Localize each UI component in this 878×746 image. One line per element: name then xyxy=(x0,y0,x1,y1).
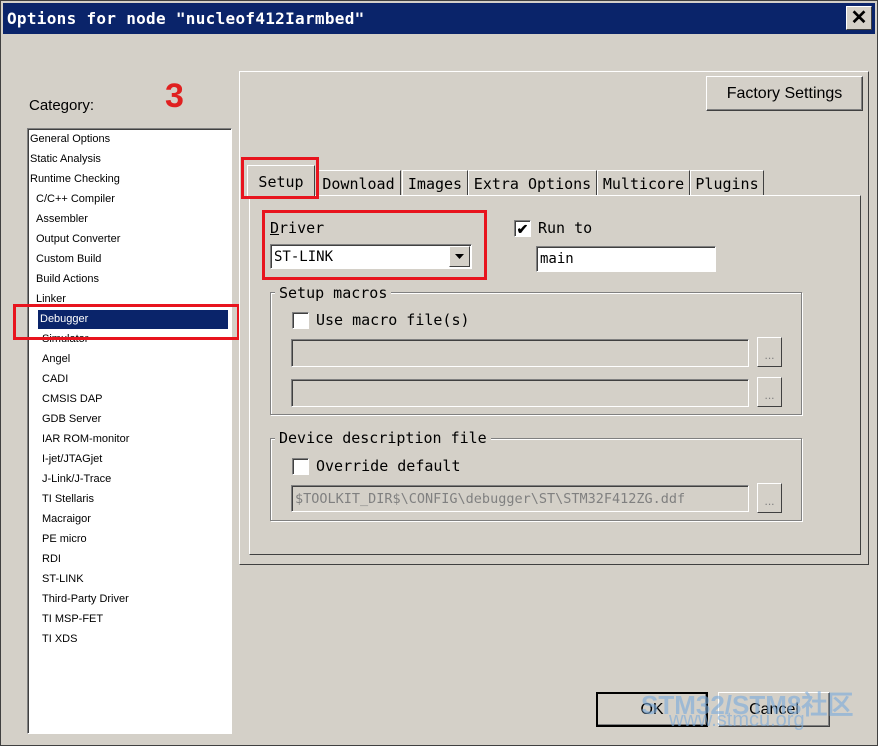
category-item-ti-stellaris[interactable]: TI Stellaris xyxy=(42,490,94,509)
category-item-output-converter[interactable]: Output Converter xyxy=(36,230,120,249)
category-item-i-jet-jtagjet[interactable]: I-jet/JTAGjet xyxy=(42,450,102,469)
category-item-iar-rom-monitor[interactable]: IAR ROM-monitor xyxy=(42,430,129,449)
category-item-ti-xds[interactable]: TI XDS xyxy=(42,630,77,649)
category-list[interactable]: General Options Static Analysis Runtime Ch… xyxy=(27,128,232,734)
run-to-value: main xyxy=(540,251,574,267)
macro-browse-button-2[interactable]: ... xyxy=(757,377,782,407)
category-item-cmsis-dap[interactable]: CMSIS DAP xyxy=(42,390,103,409)
factory-settings-button[interactable]: Factory Settings xyxy=(706,76,863,111)
category-item-c-c-compiler[interactable]: C/C++ Compiler xyxy=(36,190,115,209)
options-dialog: Options for node "nucleof412Iarmbed" ✕ C… xyxy=(0,0,878,746)
window-title: Options for node "nucleof412Iarmbed" xyxy=(7,9,365,28)
tab-download[interactable]: Download xyxy=(316,170,401,196)
title-bar: Options for node "nucleof412Iarmbed" ✕ xyxy=(3,3,875,34)
macro-file-input-2[interactable] xyxy=(291,379,749,407)
run-to-input[interactable]: main xyxy=(536,246,716,272)
tab-plugins[interactable]: Plugins xyxy=(690,170,764,196)
highlight-debugger xyxy=(13,304,240,340)
category-item-third-party-driver[interactable]: Third-Party Driver xyxy=(42,590,129,609)
close-icon: ✕ xyxy=(850,7,868,29)
macro-file-input-1[interactable] xyxy=(291,339,749,367)
device-description-path-input[interactable]: $TOOLKIT_DIR$\CONFIG\debugger\ST\STM32F4… xyxy=(291,485,749,512)
category-item-cadi[interactable]: CADI xyxy=(42,370,68,389)
step-annotation: 3 xyxy=(165,77,184,115)
highlight-driver xyxy=(262,210,487,280)
highlight-setup-tab xyxy=(241,157,319,199)
tab-extra-options[interactable]: Extra Options xyxy=(468,170,597,196)
device-description-browse-button[interactable]: ... xyxy=(757,483,782,513)
watermark-url: www.stmcu.org xyxy=(669,709,805,731)
run-to-label: Run to xyxy=(538,219,593,237)
tab-multicore[interactable]: Multicore xyxy=(597,170,690,196)
device-description-path: $TOOLKIT_DIR$\CONFIG\debugger\ST\STM32F4… xyxy=(295,490,686,507)
override-default-checkbox[interactable] xyxy=(292,458,309,475)
override-default-label: Override default xyxy=(316,457,461,475)
tab-images[interactable]: Images xyxy=(402,170,468,196)
macro-browse-button-1[interactable]: ... xyxy=(757,337,782,367)
category-item-macraigor[interactable]: Macraigor xyxy=(42,510,91,529)
close-button[interactable]: ✕ xyxy=(846,6,872,30)
run-to-checkbox[interactable]: ✔ xyxy=(514,220,531,237)
category-item-build-actions[interactable]: Build Actions xyxy=(36,270,99,289)
category-item-pe-micro[interactable]: PE micro xyxy=(42,530,87,549)
category-item-runtime-checking[interactable]: Runtime Checking xyxy=(30,170,120,189)
category-item-custom-build[interactable]: Custom Build xyxy=(36,250,101,269)
checkmark-icon: ✔ xyxy=(516,220,529,237)
category-item-static-analysis[interactable]: Static Analysis xyxy=(30,150,101,169)
category-item-st-link[interactable]: ST-LINK xyxy=(42,570,84,589)
setup-macros-title: Setup macros xyxy=(275,284,392,302)
category-item-angel[interactable]: Angel xyxy=(42,350,70,369)
category-item-gdb-server[interactable]: GDB Server xyxy=(42,410,101,429)
use-macro-label: Use macro file(s) xyxy=(316,311,470,329)
category-item-ti-msp-fet[interactable]: TI MSP-FET xyxy=(42,610,103,629)
device-description-title: Device description file xyxy=(275,429,491,447)
category-item-rdi[interactable]: RDI xyxy=(42,550,61,569)
use-macro-checkbox[interactable] xyxy=(292,312,309,329)
category-label: Category: xyxy=(29,97,95,114)
category-item-j-link-j-trace[interactable]: J-Link/J-Trace xyxy=(42,470,111,489)
category-item-assembler[interactable]: Assembler xyxy=(36,210,88,229)
category-item-general-options[interactable]: General Options xyxy=(30,130,110,149)
